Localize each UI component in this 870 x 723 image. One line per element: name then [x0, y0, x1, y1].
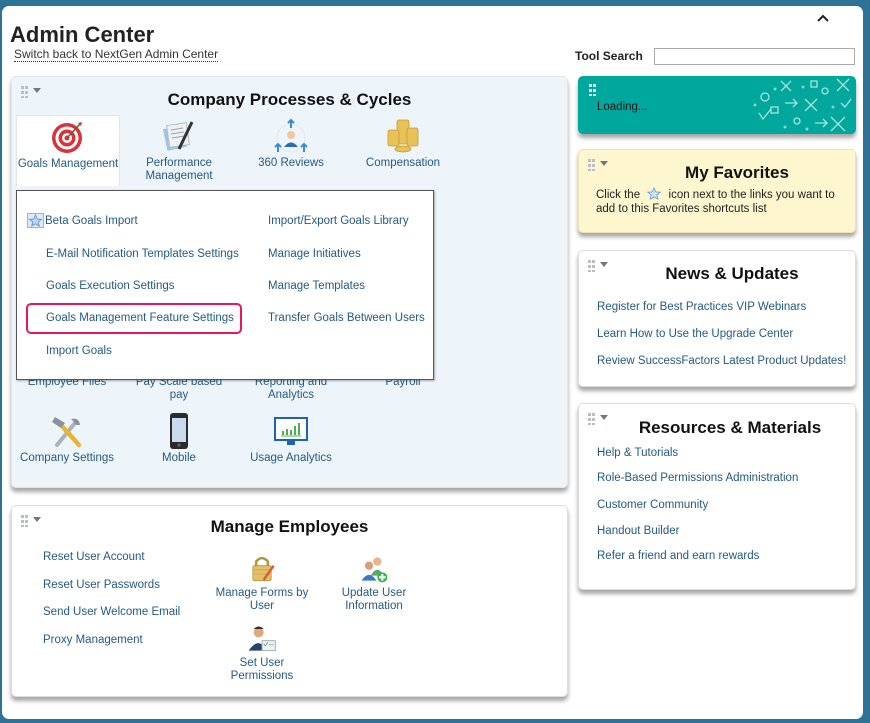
tile-set-user-permissions[interactable]: Set User Permissions — [211, 624, 313, 683]
coins-icon — [387, 119, 419, 153]
tile-company-settings[interactable]: Company Settings — [16, 413, 118, 465]
resource-link-customer-community[interactable]: Customer Community — [597, 499, 708, 511]
my-favorites-panel: My Favorites Click the icon next to the … — [578, 149, 856, 233]
reset-user-passwords-link[interactable]: Reset User Passwords — [43, 579, 160, 591]
send-welcome-email-link[interactable]: Send User Welcome Email — [43, 606, 180, 618]
tile-goals-management[interactable]: Goals Management — [16, 115, 120, 186]
collapse-button[interactable] — [814, 9, 832, 27]
drag-handle-icon[interactable] — [588, 159, 616, 171]
tile-label: Performance Management — [145, 157, 213, 182]
target-icon — [52, 122, 82, 153]
tile-update-user-information[interactable]: Update User Information — [323, 554, 425, 613]
tile-label: Usage Analytics — [250, 452, 332, 464]
tile-manage-forms-by-user[interactable]: Manage Forms by User — [211, 554, 313, 613]
tile-performance-management[interactable]: Performance Management — [128, 118, 230, 183]
panel-title: News & Updates — [665, 264, 799, 283]
dropdown-item-goals-management-feature-settings[interactable]: Goals Management Feature Settings — [46, 312, 234, 324]
tile-label: Mobile — [162, 452, 196, 464]
tools-icon — [52, 417, 82, 448]
document-pen-icon — [162, 121, 194, 151]
dropdown-item-manage-templates[interactable]: Manage Templates — [268, 280, 365, 292]
mobile-phone-icon — [170, 413, 188, 449]
tile-label: Company Settings — [20, 452, 114, 464]
tile-usage-analytics[interactable]: Usage Analytics — [240, 413, 342, 465]
reset-user-account-link[interactable]: Reset User Account — [43, 551, 145, 563]
decorative-pattern-icon — [753, 78, 852, 132]
favorite-star-icon[interactable] — [27, 213, 44, 228]
tile-mobile[interactable]: Mobile — [128, 413, 230, 465]
goals-management-dropdown: Beta Goals Import E-Mail Notification Te… — [16, 190, 434, 380]
dropdown-item-import-goals[interactable]: Import Goals — [46, 345, 112, 357]
people-network-icon — [274, 118, 308, 153]
tile-label: 360 Reviews — [258, 157, 324, 169]
dropdown-item-email-notification-templates[interactable]: E-Mail Notification Templates Settings — [46, 248, 239, 260]
tool-search-label: Tool Search — [575, 49, 643, 63]
lock-pencil-icon — [252, 556, 275, 582]
tile-label: Compensation — [365, 157, 441, 169]
favorite-star-icon — [647, 186, 662, 200]
news-link-product-updates[interactable]: Review SuccessFactors Latest Product Upd… — [597, 355, 846, 367]
switch-nextgen-link[interactable]: Switch back to NextGen Admin Center — [14, 47, 219, 62]
proxy-management-link[interactable]: Proxy Management — [43, 634, 143, 646]
tile-label: Update User Information — [341, 587, 407, 612]
drag-handle-icon[interactable] — [589, 84, 597, 96]
tile-label: Goals Management — [17, 158, 119, 170]
dropdown-item-goals-execution-settings[interactable]: Goals Execution Settings — [46, 280, 175, 292]
dropdown-item-beta-goals-import[interactable]: Beta Goals Import — [45, 215, 138, 227]
favorites-instructions: Click the icon next to the links you wan… — [596, 186, 846, 216]
favorites-text-before: Click the — [596, 189, 641, 201]
monitor-chart-icon — [274, 417, 308, 445]
news-link-upgrade-center[interactable]: Learn How to Use the Upgrade Center — [597, 328, 793, 340]
dropdown-item-transfer-goals[interactable]: Transfer Goals Between Users — [268, 312, 425, 324]
tile-label: Manage Forms by User — [215, 587, 309, 612]
dropdown-item-import-export-goals-library[interactable]: Import/Export Goals Library — [268, 215, 409, 227]
tile-compensation[interactable]: Compensation — [352, 118, 454, 170]
tile-label: Set User Permissions — [230, 657, 294, 682]
news-updates-panel: News & Updates Register for Best Practic… — [578, 250, 856, 387]
users-add-icon — [361, 557, 388, 583]
resources-materials-panel: Resources & Materials Help & Tutorials R… — [578, 403, 856, 590]
user-permissions-icon — [248, 626, 276, 652]
dropdown-item-manage-initiatives[interactable]: Manage Initiatives — [268, 248, 361, 260]
tile-360-reviews[interactable]: 360 Reviews — [240, 118, 342, 170]
chevron-up-icon — [817, 14, 829, 22]
resource-link-refer-a-friend[interactable]: Refer a friend and earn rewards — [597, 550, 759, 562]
loading-text: Loading... — [597, 101, 648, 113]
panel-title: Manage Employees — [210, 517, 369, 536]
tool-search-input[interactable] — [654, 48, 855, 65]
resource-link-rbp-administration[interactable]: Role-Based Permissions Administration — [597, 472, 798, 484]
page-title: Admin Center — [10, 22, 155, 47]
manage-employees-panel: Manage Employees Reset User Account Rese… — [11, 505, 568, 697]
panel-title: Company Processes & Cycles — [167, 90, 412, 109]
news-link-vip-webinars[interactable]: Register for Best Practices VIP Webinars — [597, 301, 806, 313]
admin-center-page: Admin Center Switch back to NextGen Admi… — [2, 6, 863, 719]
panel-title: My Favorites — [685, 163, 789, 182]
resource-link-help-tutorials[interactable]: Help & Tutorials — [597, 447, 678, 459]
panel-title: Resources & Materials — [638, 418, 822, 437]
loading-panel: Loading... — [578, 76, 856, 134]
resource-link-handout-builder[interactable]: Handout Builder — [597, 525, 679, 537]
